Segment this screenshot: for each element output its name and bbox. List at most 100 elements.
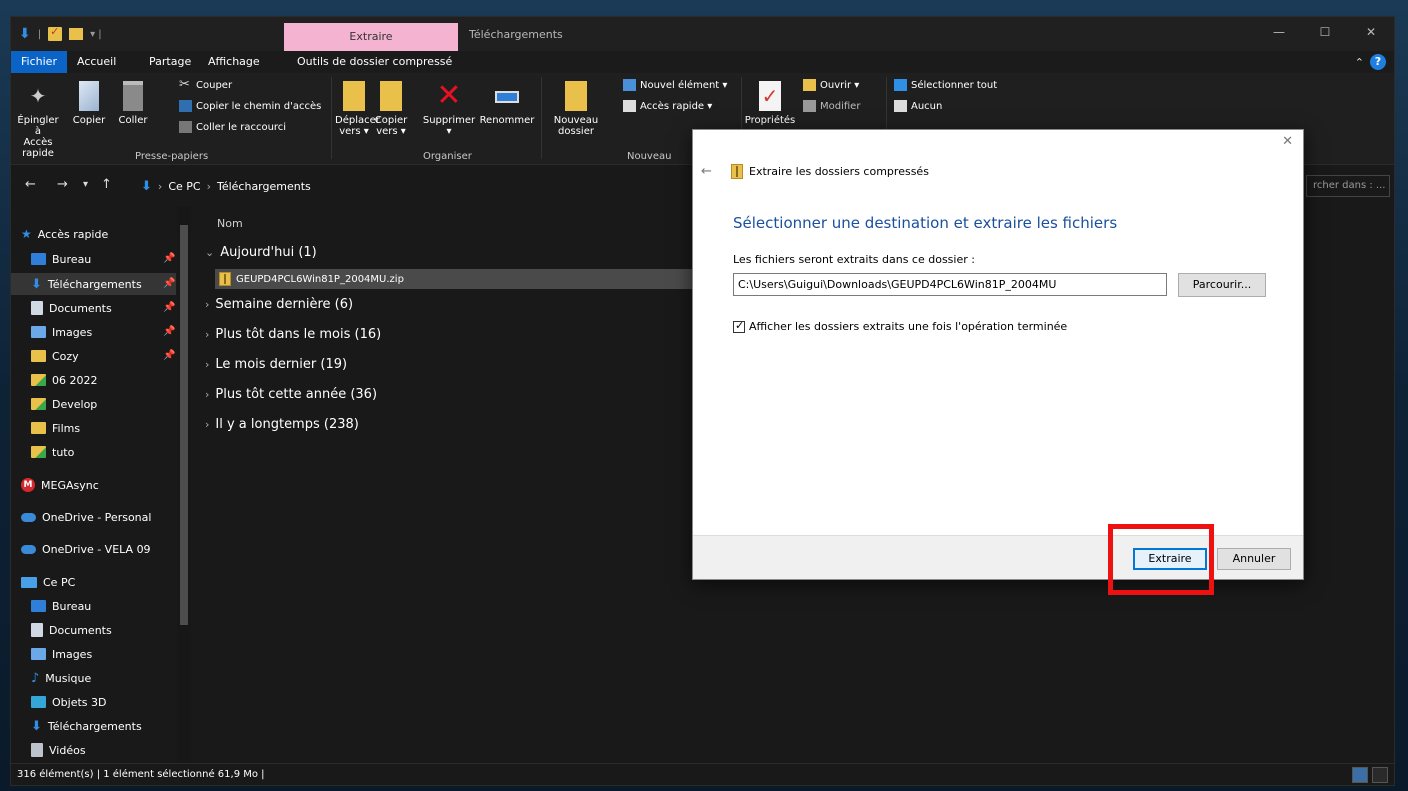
- sidebar-item-this-pc[interactable]: Ce PC: [21, 571, 75, 593]
- group-header-last-month[interactable]: › Le mois dernier (19): [205, 357, 347, 372]
- sidebar-item-onedrive-vela[interactable]: OneDrive - VELA 09: [21, 538, 151, 560]
- checkbox-label: Afficher les dossiers extraits une fois …: [749, 320, 1068, 333]
- new-folder-button[interactable]: Nouveau dossier: [551, 81, 601, 137]
- copy-to-button[interactable]: Copier vers ▾: [373, 81, 409, 137]
- edit-button[interactable]: Modifier: [803, 100, 860, 112]
- copy-path-label: Copier le chemin d'accès: [196, 100, 322, 112]
- open-button[interactable]: Ouvrir ▾: [803, 79, 859, 91]
- maximize-button[interactable]: ☐: [1302, 17, 1348, 47]
- group-header-earlier-year[interactable]: › Plus tôt cette année (36): [205, 387, 377, 402]
- properties-icon[interactable]: [48, 25, 63, 41]
- show-extracted-checkbox-row[interactable]: Afficher les dossiers extraits une fois …: [733, 319, 1068, 333]
- dialog-close-button[interactable]: ✕: [1282, 134, 1293, 149]
- group-header-last-week[interactable]: › Semaine dernière (6): [205, 297, 353, 312]
- sidebar-item-megasync[interactable]: M MEGAsync: [21, 474, 99, 496]
- sidebar-item-documents[interactable]: Documents: [31, 297, 112, 319]
- collapse-ribbon-icon[interactable]: ⌃: [1355, 56, 1364, 69]
- easy-access-button[interactable]: Accès rapide ▾: [623, 100, 712, 112]
- select-none-button[interactable]: Aucun: [894, 100, 942, 112]
- sidebar-item-pc-music[interactable]: ♪ Musique: [31, 667, 91, 689]
- delete-dropdown-icon[interactable]: ▾: [419, 126, 479, 137]
- new-item-button[interactable]: Nouvel élément ▾: [623, 79, 727, 91]
- sidebar-item-pc-videos[interactable]: Vidéos: [31, 739, 86, 761]
- destination-path-input[interactable]: C:\Users\Guigui\Downloads\GEUPD4PCL6Win8…: [733, 273, 1167, 296]
- dialog-back-button[interactable]: ←: [701, 164, 712, 179]
- paste-shortcut-button[interactable]: Coller le raccourci: [179, 121, 286, 133]
- group-label: Il y a longtemps (238): [215, 417, 359, 432]
- breadcrumb-downloads[interactable]: Téléchargements: [217, 180, 311, 193]
- group-header-long-ago[interactable]: › Il y a longtemps (238): [205, 417, 359, 432]
- sidebar-item-pc-downloads[interactable]: ⬇ Téléchargements: [31, 715, 142, 737]
- sidebar-item-quick-access[interactable]: ★ Accès rapide: [21, 223, 108, 245]
- sidebar-item-tuto[interactable]: tuto: [31, 441, 74, 463]
- select-all-button[interactable]: Sélectionner tout: [894, 79, 997, 91]
- move-to-button[interactable]: Déplacer vers ▾: [335, 81, 380, 137]
- download-arrow-icon[interactable]: ⬇: [19, 26, 31, 42]
- computer-icon: [21, 576, 37, 588]
- rename-button[interactable]: Renommer: [479, 81, 535, 126]
- sidebar-item-downloads[interactable]: ⬇ Téléchargements: [11, 273, 176, 295]
- sidebar-item-label: Bureau: [52, 252, 92, 266]
- group-header-today[interactable]: ⌄ Aujourd'hui (1): [205, 245, 317, 260]
- copy-label: Copier: [72, 115, 106, 126]
- close-button[interactable]: ✕: [1348, 17, 1394, 47]
- sidebar-scrollbar[interactable]: [177, 207, 191, 763]
- tab-extract[interactable]: Extraire: [284, 23, 458, 51]
- file-row-selected[interactable]: GEUPD4PCL6Win81P_2004MU.zip: [215, 269, 705, 289]
- pin-quick-access-button[interactable]: ✦ Épingler à Accès rapide: [13, 81, 63, 159]
- tab-home[interactable]: Accueil: [77, 51, 116, 73]
- up-button[interactable]: ↑: [101, 177, 112, 192]
- large-icons-view-icon[interactable]: [1372, 767, 1388, 783]
- tab-share[interactable]: Partage: [149, 51, 191, 73]
- minimize-button[interactable]: —: [1256, 17, 1302, 47]
- details-view-icon[interactable]: [1352, 767, 1368, 783]
- forward-button[interactable]: →: [57, 177, 68, 192]
- sidebar-item-pc-images[interactable]: Images: [31, 643, 92, 665]
- scissors-icon: ✂: [179, 77, 190, 92]
- synced-folder-icon: [31, 374, 46, 386]
- group-label-clipboard: Presse-papiers: [135, 151, 209, 162]
- delete-button[interactable]: ✕ Supprimer ▾: [419, 81, 479, 138]
- sidebar-item-develop[interactable]: Develop: [31, 393, 97, 415]
- folder-icon: [31, 350, 46, 362]
- tab-compressed-tools[interactable]: Outils de dossier compressé: [297, 51, 452, 73]
- zip-folder-icon: [731, 164, 743, 179]
- show-extracted-checkbox[interactable]: [733, 319, 745, 333]
- cut-button[interactable]: ✂ Couper: [179, 77, 232, 92]
- scrollbar-thumb[interactable]: [180, 225, 188, 625]
- sidebar-item-pc-documents[interactable]: Documents: [31, 619, 112, 641]
- copy-path-button[interactable]: Copier le chemin d'accès: [179, 100, 321, 112]
- group-header-earlier-month[interactable]: › Plus tôt dans le mois (16): [205, 327, 381, 342]
- synced-folder-icon: [31, 398, 46, 410]
- tab-file[interactable]: Fichier: [11, 51, 67, 73]
- browse-button[interactable]: Parcourir...: [1178, 273, 1266, 297]
- properties-button[interactable]: ✓ Propriétés: [744, 81, 796, 126]
- file-name: GEUPD4PCL6Win81P_2004MU.zip: [236, 273, 404, 285]
- sidebar-item-onedrive-personal[interactable]: OneDrive - Personal: [21, 506, 151, 528]
- new-folder-label-line1: Nouveau: [553, 115, 599, 126]
- column-header-name[interactable]: Nom: [217, 217, 243, 230]
- customize-toolbar-icon[interactable]: ▾ |: [90, 29, 102, 40]
- sidebar-item-desktop[interactable]: Bureau: [31, 248, 91, 270]
- tab-view[interactable]: Affichage: [208, 51, 260, 73]
- help-icon[interactable]: ?: [1370, 54, 1386, 70]
- sidebar-item-cozy[interactable]: Cozy: [31, 345, 79, 367]
- copy-folder-icon: [380, 81, 402, 111]
- recent-locations-button[interactable]: ▾: [83, 179, 88, 190]
- new-folder-icon[interactable]: [69, 28, 84, 40]
- breadcrumb[interactable]: ⬇ › Ce PC › Téléchargements: [141, 179, 311, 194]
- paste-button[interactable]: Coller: [111, 81, 155, 126]
- search-input[interactable]: rcher dans : ...: [1306, 175, 1390, 197]
- copy-button[interactable]: Copier: [67, 81, 111, 126]
- sidebar-item-06-2022[interactable]: 06 2022: [31, 369, 98, 391]
- back-button[interactable]: ←: [25, 177, 36, 192]
- rename-icon: [495, 81, 519, 111]
- sidebar-item-pc-3d-objects[interactable]: Objets 3D: [31, 691, 106, 713]
- ribbon-divider: [541, 77, 542, 159]
- breadcrumb-this-pc[interactable]: Ce PC: [168, 180, 200, 193]
- sidebar-item-images[interactable]: Images: [31, 321, 92, 343]
- sidebar-item-pc-desktop[interactable]: Bureau: [31, 595, 91, 617]
- music-icon: ♪: [31, 670, 40, 686]
- cancel-button[interactable]: Annuler: [1217, 548, 1291, 570]
- sidebar-item-films[interactable]: Films: [31, 417, 80, 439]
